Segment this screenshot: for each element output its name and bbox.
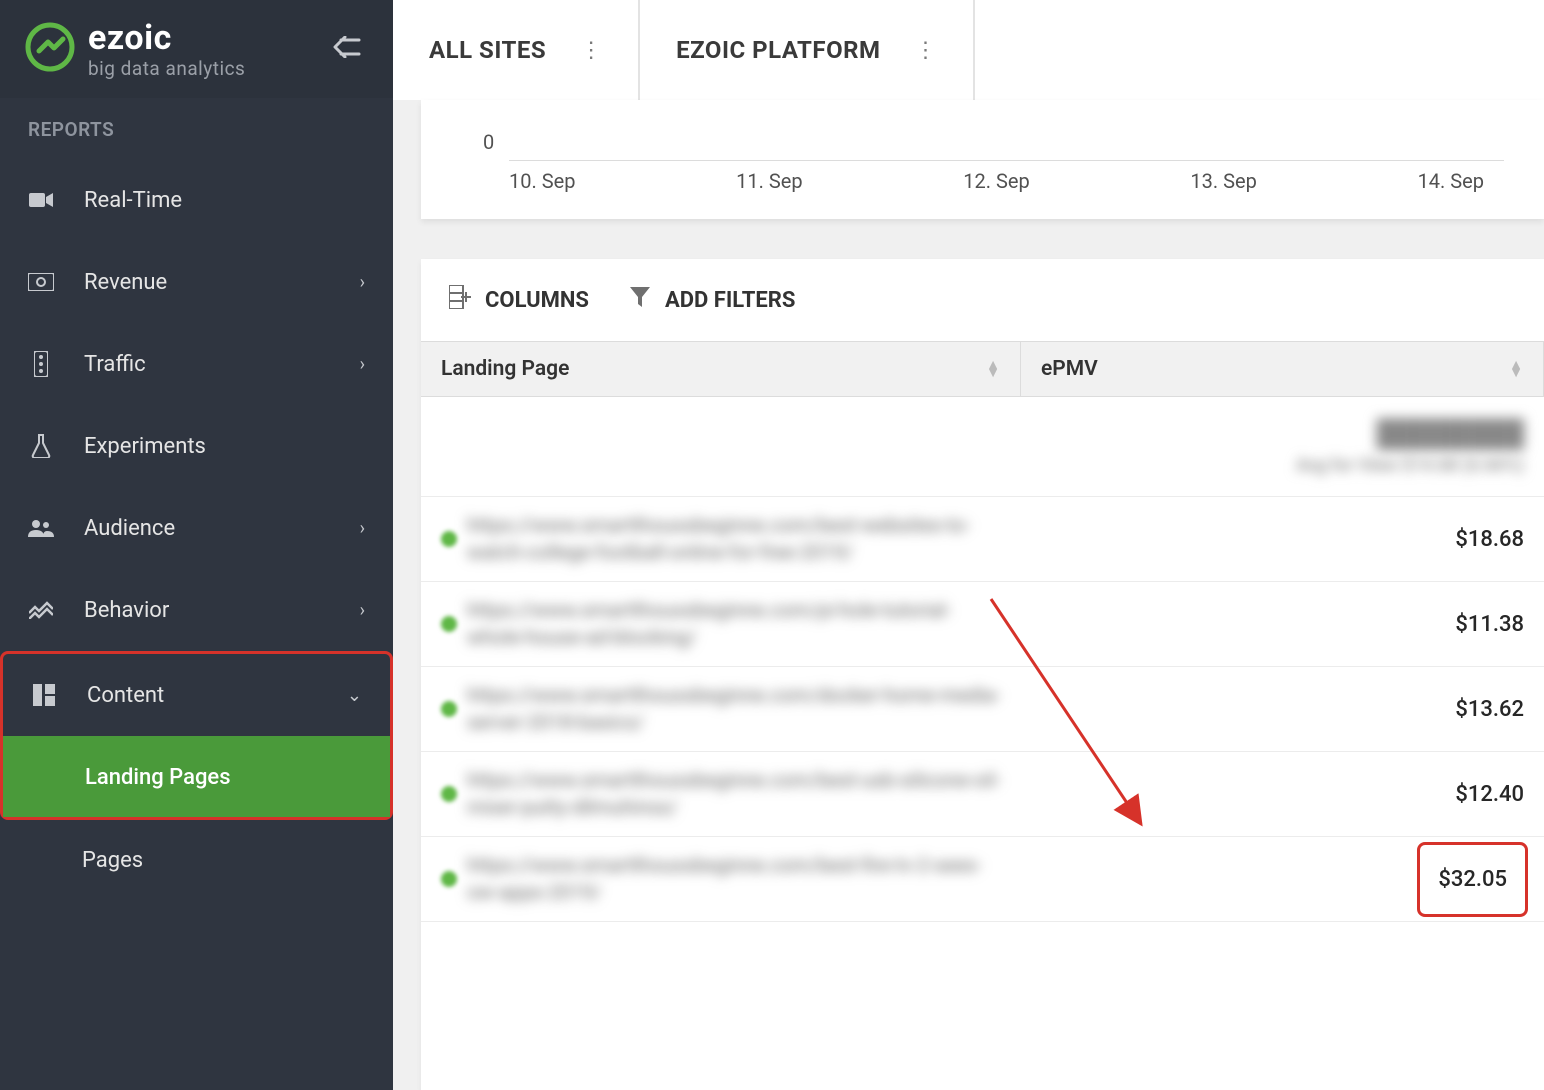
nav-label: Experiments bbox=[84, 434, 365, 459]
landing-page-url: https://www.smartthoussbeginne.com/best-… bbox=[467, 767, 1001, 821]
sidebar-item-experiments[interactable]: Experiments bbox=[0, 405, 393, 487]
column-header-epmv[interactable]: ePMV ▲▼ bbox=[1021, 342, 1544, 396]
more-icon[interactable]: ⋮ bbox=[915, 38, 937, 63]
tab-ezoic-platform[interactable]: EZOIC PLATFORM ⋮ bbox=[640, 0, 974, 100]
chevron-right-icon: › bbox=[360, 518, 365, 539]
collapse-icon bbox=[333, 36, 361, 62]
sidebar-item-traffic[interactable]: Traffic › bbox=[0, 323, 393, 405]
column-header-landing-page[interactable]: Landing Page ▲▼ bbox=[421, 342, 1021, 396]
nav-label: Traffic bbox=[84, 352, 330, 377]
epmv-value: $13.62 bbox=[1021, 697, 1544, 722]
main-content: ALL SITES ⋮ EZOIC PLATFORM ⋮ 0 10. Sep 1… bbox=[393, 0, 1544, 1090]
th-label: ePMV bbox=[1041, 357, 1098, 381]
chevron-down-icon: ⌄ bbox=[347, 685, 362, 706]
more-icon[interactable]: ⋮ bbox=[580, 38, 602, 63]
chart-tick: 12. Sep bbox=[963, 169, 1029, 193]
flask-icon bbox=[28, 434, 54, 458]
chart-tick: 11. Sep bbox=[736, 169, 802, 193]
people-icon bbox=[28, 519, 54, 537]
landing-page-url: https://www.smartthoussbeginne.com/pi-ho… bbox=[467, 597, 1001, 651]
landing-page-url: https://www.smartthoussbeginne.com/best-… bbox=[467, 852, 1001, 906]
section-label-reports: REPORTS bbox=[0, 98, 393, 159]
table-row[interactable]: https://www.smartthoussbeginne.com/best-… bbox=[421, 497, 1544, 582]
logo: ezoic big data analytics bbox=[24, 21, 245, 78]
summary-blur: ████████ bbox=[1377, 418, 1524, 449]
epmv-value: $11.38 bbox=[1021, 612, 1544, 637]
epmv-value-highlighted: $32.05 bbox=[1417, 842, 1528, 917]
top-tabs: ALL SITES ⋮ EZOIC PLATFORM ⋮ bbox=[393, 0, 1544, 100]
nav-label: Audience bbox=[84, 516, 330, 541]
columns-icon bbox=[449, 285, 471, 315]
nav-label: Landing Pages bbox=[85, 765, 362, 790]
chevron-right-icon: › bbox=[360, 272, 365, 293]
nav-label: Revenue bbox=[84, 270, 330, 295]
grid-icon bbox=[31, 684, 57, 706]
filters-label: ADD FILTERS bbox=[665, 288, 795, 313]
table-toolbar: COLUMNS ADD FILTERS bbox=[421, 259, 1544, 341]
sort-icon[interactable]: ▲▼ bbox=[986, 361, 1000, 378]
video-icon bbox=[28, 191, 54, 209]
table-row[interactable]: https://www.smartthoussbeginne.com/best-… bbox=[421, 837, 1544, 922]
content-section-highlight: Content ⌄ Landing Pages bbox=[0, 651, 393, 820]
brand-tagline: big data analytics bbox=[88, 59, 245, 78]
table-header: Landing Page ▲▼ ePMV ▲▼ bbox=[421, 341, 1544, 397]
chart-x-axis: 10. Sep 11. Sep 12. Sep 13. Sep 14. Sep bbox=[469, 161, 1524, 193]
nav-label: Pages bbox=[82, 848, 365, 873]
epmv-value: $18.68 bbox=[1021, 527, 1544, 552]
chart-icon bbox=[28, 601, 54, 619]
add-filters-button[interactable]: ADD FILTERS bbox=[629, 286, 795, 314]
chart-tick: 14. Sep bbox=[1418, 169, 1484, 193]
nav-label: Behavior bbox=[84, 598, 330, 623]
epmv-value: $12.40 bbox=[1021, 782, 1544, 807]
table-row[interactable]: https://www.smartthoussbeginne.com/pi-ho… bbox=[421, 582, 1544, 667]
table-panel: COLUMNS ADD FILTERS Landing Page ▲▼ ePMV… bbox=[421, 259, 1544, 1090]
chevron-right-icon: › bbox=[360, 354, 365, 375]
money-icon bbox=[28, 273, 54, 291]
columns-button[interactable]: COLUMNS bbox=[449, 285, 589, 315]
status-dot-icon bbox=[441, 871, 457, 887]
sidebar-item-behavior[interactable]: Behavior › bbox=[0, 569, 393, 651]
brand-name: ezoic bbox=[88, 21, 245, 55]
chart-panel: 0 10. Sep 11. Sep 12. Sep 13. Sep 14. Se… bbox=[421, 100, 1544, 219]
sidebar: ezoic big data analytics REPORTS Real-Ti… bbox=[0, 0, 393, 1090]
tab-label: ALL SITES bbox=[429, 36, 546, 64]
chart-tick: 10. Sep bbox=[509, 169, 575, 193]
summary-avg-blur: Avg for View $14.68 (6.66%) bbox=[1296, 455, 1524, 476]
chart-y-zero: 0 bbox=[483, 130, 494, 154]
sidebar-item-landing-pages[interactable]: Landing Pages bbox=[3, 737, 390, 817]
tab-all-sites[interactable]: ALL SITES ⋮ bbox=[393, 0, 640, 100]
sidebar-header: ezoic big data analytics bbox=[0, 0, 393, 98]
nav-label: Content bbox=[87, 683, 317, 708]
sidebar-item-revenue[interactable]: Revenue › bbox=[0, 241, 393, 323]
table-row[interactable]: https://www.smartthoussbeginne.com/best-… bbox=[421, 752, 1544, 837]
landing-page-url: https://www.smartthoussbeginne.com/best-… bbox=[467, 512, 1001, 566]
columns-label: COLUMNS bbox=[485, 288, 589, 313]
table-summary-row: ████████ Avg for View $14.68 (6.66%) bbox=[421, 397, 1544, 497]
sidebar-item-content[interactable]: Content ⌄ bbox=[3, 654, 390, 736]
status-dot-icon bbox=[441, 786, 457, 802]
sidebar-item-audience[interactable]: Audience › bbox=[0, 487, 393, 569]
chevron-right-icon: › bbox=[360, 600, 365, 621]
landing-page-url: https://www.smartthoussbeginne.com/docke… bbox=[467, 682, 1001, 736]
sidebar-item-pages[interactable]: Pages bbox=[0, 820, 393, 900]
table-row[interactable]: https://www.smartthoussbeginne.com/docke… bbox=[421, 667, 1544, 752]
filter-icon bbox=[629, 286, 651, 314]
logo-icon bbox=[24, 21, 76, 77]
table-body: ████████ Avg for View $14.68 (6.66%) htt… bbox=[421, 397, 1544, 1090]
tab-label: EZOIC PLATFORM bbox=[676, 36, 880, 64]
nav-label: Real-Time bbox=[84, 188, 365, 213]
th-label: Landing Page bbox=[441, 357, 569, 381]
status-dot-icon bbox=[441, 616, 457, 632]
chart-tick: 13. Sep bbox=[1190, 169, 1256, 193]
sidebar-item-real-time[interactable]: Real-Time bbox=[0, 159, 393, 241]
sort-icon[interactable]: ▲▼ bbox=[1509, 361, 1523, 378]
collapse-sidebar-button[interactable] bbox=[329, 31, 365, 67]
traffic-icon bbox=[28, 351, 54, 377]
status-dot-icon bbox=[441, 701, 457, 717]
status-dot-icon bbox=[441, 531, 457, 547]
